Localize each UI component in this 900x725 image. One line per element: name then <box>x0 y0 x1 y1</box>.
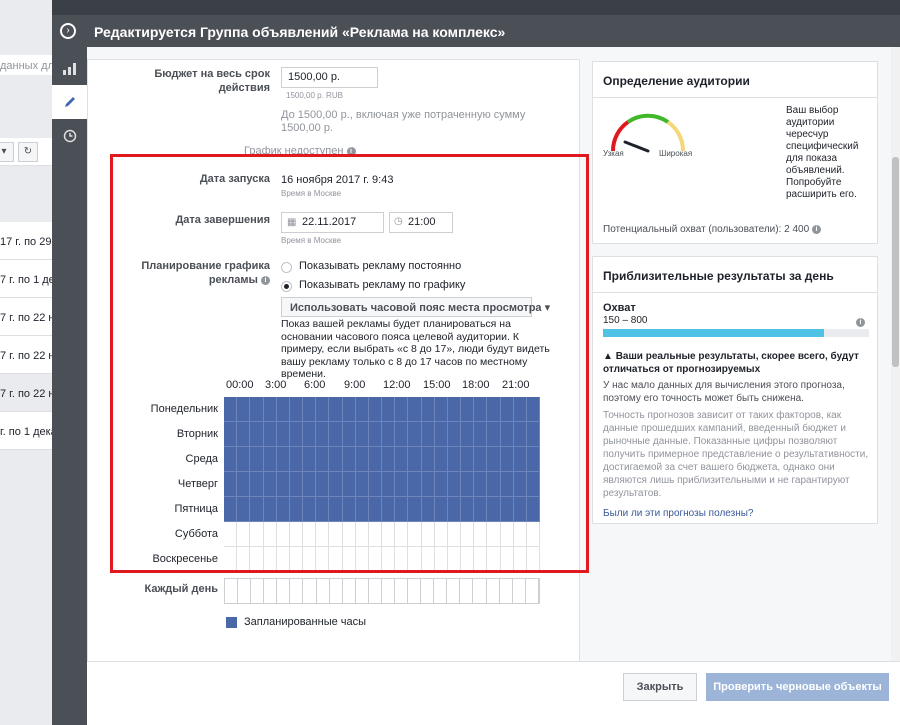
legend-label: Запланированные часы <box>244 616 367 628</box>
every-day-cell[interactable] <box>290 579 304 603</box>
edit-pencil-icon[interactable] <box>52 85 87 119</box>
every-day-cell[interactable] <box>317 579 330 603</box>
background-row: г. по 1 дека <box>0 412 52 450</box>
background-row: 17 г. по 29 д <box>0 222 52 260</box>
every-day-cell[interactable] <box>487 579 500 603</box>
every-day-cell[interactable] <box>277 579 291 603</box>
info-icon[interactable]: i <box>811 224 821 234</box>
info-icon[interactable]: i <box>856 318 865 327</box>
accuracy-text: Точность прогнозов зависит от таких факт… <box>603 410 869 499</box>
every-day-cell[interactable] <box>421 579 435 603</box>
warning: ▲ Ваши реальные результаты, скорее всего… <box>603 350 869 376</box>
potential-reach-text: Потенциальный охват (пользователи): 2 40… <box>603 224 810 235</box>
background-row: 7 г. по 22 но <box>0 374 52 412</box>
every-day-cell[interactable] <box>303 579 317 603</box>
modal-footer: Закрыть Проверить черновые объекты <box>87 661 900 725</box>
close-button[interactable]: Закрыть <box>623 673 697 701</box>
every-day-cell[interactable] <box>500 579 513 603</box>
background-row: 7 г. по 22 но <box>0 298 52 336</box>
every-day-cell[interactable] <box>526 579 539 603</box>
every-day-cell[interactable] <box>251 579 265 603</box>
side-rail <box>52 47 87 725</box>
audience-message: Ваш выбор аудитории чересчур специфическ… <box>786 105 859 200</box>
scrollbar-thumb[interactable] <box>892 157 899 367</box>
every-day-cell[interactable] <box>460 579 474 603</box>
every-day-cell[interactable] <box>238 579 252 603</box>
warning-text: У нас мало данных для вычисления этого п… <box>603 380 845 404</box>
reach-range: 150 – 800 <box>603 315 648 326</box>
every-day-cell[interactable] <box>513 579 526 603</box>
estimates-title: Приблизительные результаты за день <box>593 257 877 293</box>
background-toolbar: ▾ ↻ <box>0 138 52 166</box>
background-strip: данных дл <box>0 55 52 75</box>
feedback-link[interactable]: Были ли эти прогнозы полезны? <box>603 508 753 519</box>
reach-bar-fill <box>603 329 824 337</box>
modal-header: › Редактируется Группа объявлений «Рекла… <box>52 15 900 47</box>
every-day-cell[interactable] <box>434 579 448 603</box>
every-day-cell[interactable] <box>225 579 239 603</box>
budget-input[interactable]: 1500,00 р. <box>281 67 378 88</box>
background-row: 7 г. по 22 но <box>0 336 52 374</box>
every-day-cell[interactable] <box>408 579 422 603</box>
every-day-cell[interactable] <box>369 579 382 603</box>
budget-label: Бюджет на весь срок действия <box>154 68 270 94</box>
insights-icon[interactable] <box>52 51 87 85</box>
modal-title: Редактируется Группа объявлений «Реклама… <box>94 24 506 40</box>
edit-adset-modal: › Редактируется Группа объявлений «Рекла… <box>52 15 900 725</box>
reach-bar-track <box>603 329 869 337</box>
every-day-label: Каждый день <box>144 583 218 595</box>
every-day-cell[interactable] <box>330 579 343 603</box>
audience-title: Определение аудитории <box>593 62 877 98</box>
every-day-cell[interactable] <box>343 579 356 603</box>
highlight-box <box>110 154 589 573</box>
legend-swatch <box>226 617 237 628</box>
potential-reach: Потенциальный охват (пользователи): 2 40… <box>603 224 821 235</box>
budget-note: До 1500,00 р., включая уже потраченную с… <box>281 109 526 134</box>
audience-card: Определение аудитории Узкая Широкая Ваш … <box>592 61 878 244</box>
every-day-cell[interactable] <box>264 579 278 603</box>
every-day-cell[interactable] <box>473 579 487 603</box>
review-drafts-button[interactable]: Проверить черновые объекты <box>706 673 889 701</box>
reach-label: Охват <box>603 302 636 314</box>
background-top-bar <box>0 0 900 15</box>
modal-content: Бюджет на весь срок действия 1500,00 р. … <box>87 47 900 661</box>
every-day-cell[interactable] <box>356 579 369 603</box>
every-day-cell[interactable] <box>395 579 409 603</box>
warning-icon: ▲ <box>603 351 613 362</box>
every-day-row[interactable] <box>224 578 540 604</box>
background-row: 7 г. по 1 дек <box>0 260 52 298</box>
background-page: данных дл ▾ ↻ 17 г. по 29 д 7 г. по 1 де… <box>0 0 52 725</box>
every-day-cell[interactable] <box>447 579 461 603</box>
warning-title: Ваши реальные результаты, скорее всего, … <box>603 351 859 375</box>
gauge-wide-label: Широкая <box>659 149 693 158</box>
scrollbar[interactable] <box>891 47 900 661</box>
budget-currency-note: 1500,00 р. RUB <box>286 91 343 100</box>
refresh-icon: ↻ <box>18 142 38 162</box>
gauge-narrow-label: Узкая <box>603 149 624 158</box>
estimates-card: Приблизительные результаты за день Охват… <box>592 256 878 524</box>
history-clock-icon[interactable] <box>52 119 87 153</box>
dropdown-icon: ▾ <box>0 142 14 162</box>
collapse-icon[interactable]: › <box>60 23 76 39</box>
every-day-cell[interactable] <box>382 579 396 603</box>
